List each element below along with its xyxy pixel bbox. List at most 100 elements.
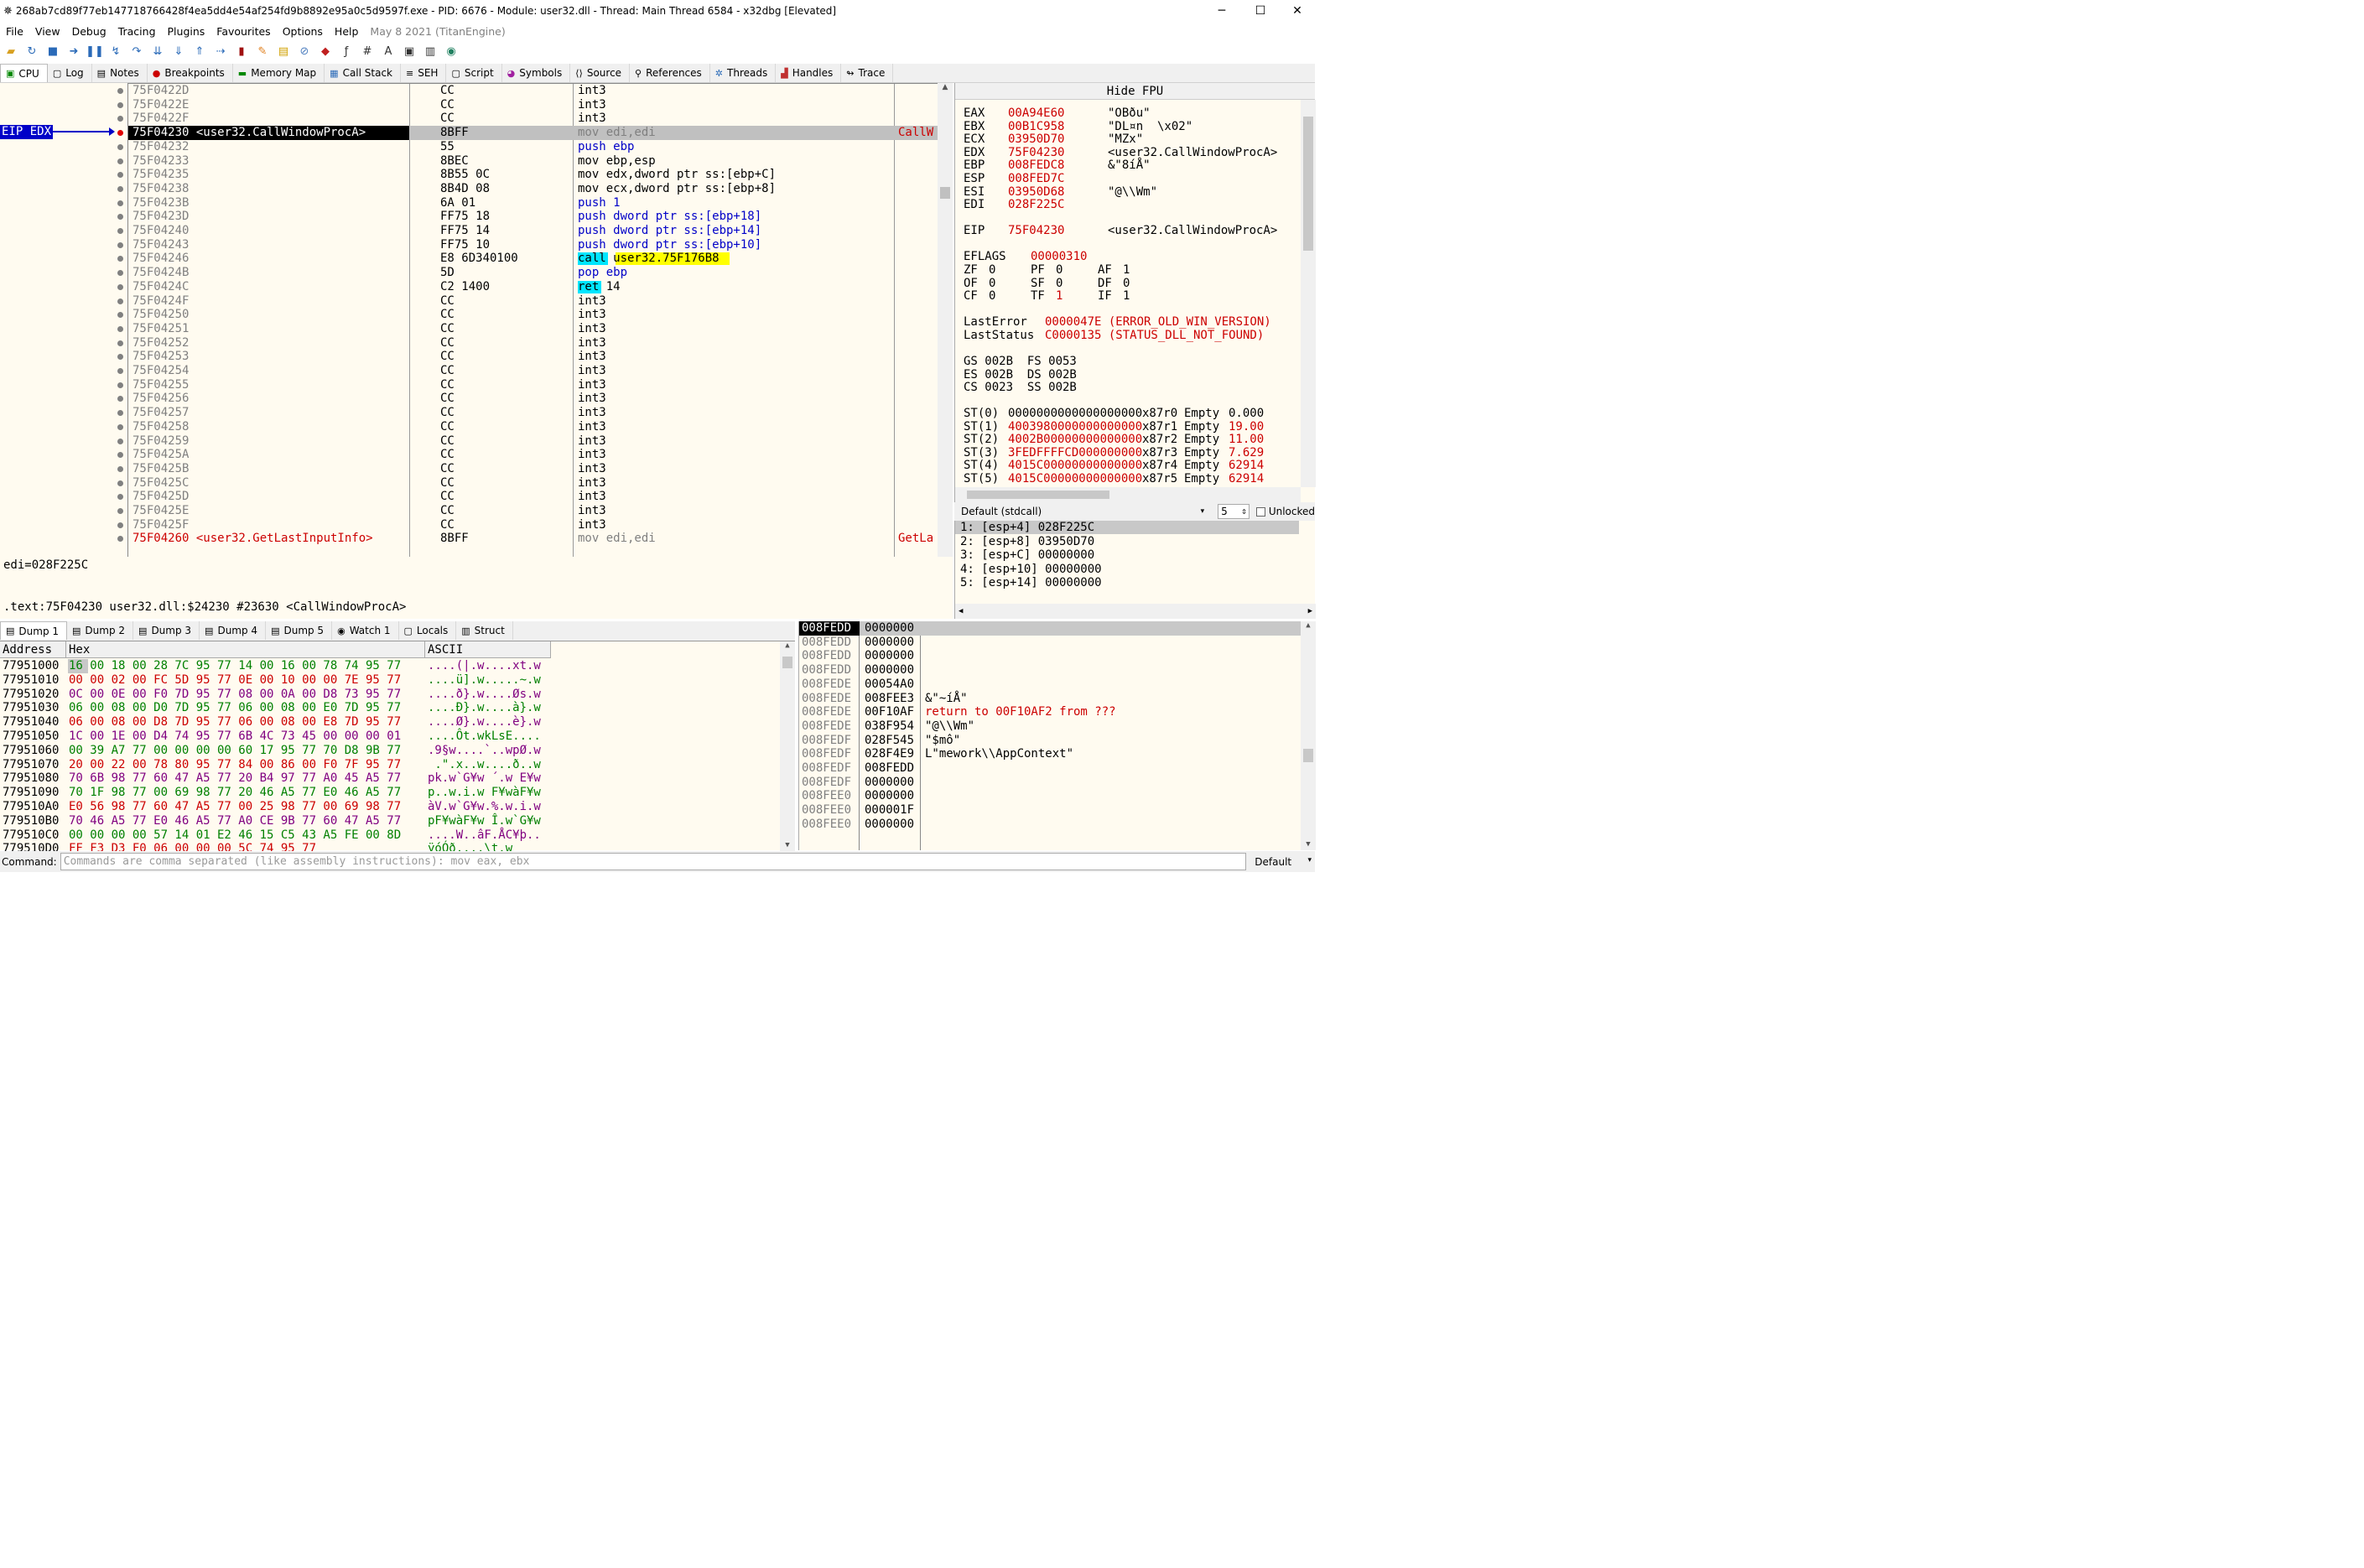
- tab-locals[interactable]: ▢ Locals: [399, 621, 457, 640]
- disasm-row[interactable]: 75F04233 8BEC mov ebp,esp: [128, 154, 938, 169]
- disasm-row[interactable]: 75F04250 CC int3: [128, 308, 938, 322]
- scroll-thumb[interactable]: [940, 187, 950, 199]
- breakpoint-dot[interactable]: [117, 172, 123, 178]
- tab-source[interactable]: ⟨⟩ Source: [570, 64, 631, 82]
- disasm-row[interactable]: 75F0423D FF75 18 push dword ptr ss:[ebp+18…: [128, 210, 938, 224]
- menu-favourites[interactable]: Favourites: [210, 25, 276, 38]
- tab-script[interactable]: ▢ Script: [446, 64, 502, 82]
- tab-threads[interactable]: ✲ Threads: [710, 64, 777, 82]
- dump-row[interactable]: 779510C0 00 00 00 00 57 14 01 E2 46 15 C5…: [0, 828, 780, 843]
- tab-watch-1[interactable]: ◉ Watch 1: [332, 621, 399, 640]
- strings-icon[interactable]: ▣: [401, 43, 418, 60]
- stack-row[interactable]: 008FEDD 0000000: [799, 649, 1302, 663]
- arguments-panel[interactable]: 1: [esp+4] 028F225C 2: [esp+8] 03950D70 3:…: [954, 521, 1316, 619]
- tab-log[interactable]: ▢ Log: [48, 64, 92, 82]
- disassembly-grid[interactable]: 75F0422D CC int3 75F0422E CC int3 75F0422F CC in…: [127, 83, 938, 558]
- menu-tracing[interactable]: Tracing: [112, 25, 162, 38]
- breakpoint-dot[interactable]: [117, 88, 123, 94]
- scroll-thumb[interactable]: [782, 657, 792, 668]
- breakpoint-dot[interactable]: [117, 158, 123, 164]
- maximize-button[interactable]: ☐: [1241, 0, 1280, 22]
- menu-view[interactable]: View: [29, 25, 66, 38]
- dump-row[interactable]: 779510B0 70 46 A5 77 E0 46 A5 77 A0 CE 9B…: [0, 814, 780, 828]
- scroll-up-icon[interactable]: ▲: [938, 83, 953, 91]
- disasm-row[interactable]: 75F04246 E8 6D340100 call user32.75F176B8: [128, 252, 938, 266]
- disasm-row[interactable]: 75F04251 CC int3: [128, 322, 938, 336]
- tab-breakpoints[interactable]: ● Breakpoints: [148, 64, 233, 82]
- tab-call-stack[interactable]: ▦ Call Stack: [325, 64, 401, 82]
- argument-count-spinner[interactable]: 5 ⇕: [1218, 504, 1250, 519]
- command-input[interactable]: Commands are comma separated (like assem…: [60, 853, 1247, 870]
- scroll-thumb[interactable]: [967, 491, 1109, 499]
- stack-row[interactable]: 008FEDF 008FEDD: [799, 761, 1302, 776]
- registers-scrollbar[interactable]: [1301, 100, 1316, 487]
- dump-row[interactable]: 77951030 06 00 08 00 D0 7D 95 77 06 00 08…: [0, 701, 780, 715]
- breakpoint-dot[interactable]: [117, 130, 123, 136]
- close-button[interactable]: ✕: [1278, 0, 1317, 22]
- disassembly-panel[interactable]: EIP EDX 75F0422D CC int3 75F0422E CC int3 75F0…: [0, 83, 953, 558]
- menu-help[interactable]: Help: [329, 25, 365, 38]
- breakpoint-dot[interactable]: [117, 466, 123, 472]
- tab-trace[interactable]: ↬ Trace: [841, 64, 894, 82]
- unlocked-checkbox[interactable]: [1255, 506, 1265, 517]
- breakpoint-dot[interactable]: [117, 186, 123, 192]
- breakpoint-dot[interactable]: [117, 354, 123, 360]
- disasm-row[interactable]: 75F0424B 5D pop ebp: [128, 266, 938, 280]
- arguments-hscrollbar[interactable]: ◀ ▶: [955, 604, 1316, 619]
- scroll-right-icon[interactable]: ▶: [1308, 607, 1312, 615]
- bookmarks-icon[interactable]: ◆: [317, 43, 334, 60]
- open-icon[interactable]: ▰: [3, 43, 19, 60]
- trace-into-icon[interactable]: ⇊: [149, 43, 166, 60]
- breakpoint-dot[interactable]: [117, 522, 123, 528]
- dump-row[interactable]: 77951080 70 6B 98 77 60 47 A5 77 20 B4 97…: [0, 771, 780, 786]
- minimize-button[interactable]: ─: [1203, 0, 1241, 22]
- disasm-row[interactable]: 75F04243 FF75 10 push dword ptr ss:[ebp+10…: [128, 238, 938, 252]
- disasm-row[interactable]: 75F0422F CC int3: [128, 112, 938, 126]
- disasm-row[interactable]: 75F0425D CC int3: [128, 490, 938, 504]
- stack-row[interactable]: 008FEE0 000001F: [799, 803, 1302, 818]
- tab-dump-4[interactable]: ▤ Dump 4: [200, 621, 267, 640]
- scroll-up-icon[interactable]: ▲: [780, 641, 795, 650]
- disasm-row[interactable]: 75F04256 CC int3: [128, 392, 938, 406]
- argument-row[interactable]: 5: [esp+14] 00000000: [960, 576, 1304, 589]
- disasm-row[interactable]: 75F04253 CC int3: [128, 350, 938, 364]
- tab-dump-3[interactable]: ▤ Dump 3: [133, 621, 200, 640]
- disasm-row[interactable]: 75F04258 CC int3: [128, 420, 938, 434]
- disasm-row[interactable]: 75F04255 CC int3: [128, 378, 938, 392]
- disasm-row[interactable]: 75F0425A CC int3: [128, 448, 938, 462]
- execute-till-return-icon[interactable]: ⇑: [191, 43, 208, 60]
- tab-cpu[interactable]: ▣ CPU: [0, 64, 48, 82]
- stack-row[interactable]: 008FEDE 00054A0: [799, 678, 1302, 692]
- disasm-row[interactable]: 75F0423B 6A 01 push 1: [128, 196, 938, 210]
- stack-row[interactable]: 008FEDD 0000000: [799, 663, 1302, 678]
- scroll-thumb[interactable]: [1303, 749, 1313, 762]
- trace-over-icon[interactable]: ⇓: [170, 43, 187, 60]
- stack-row[interactable]: 008FEDD 0000000: [799, 621, 1302, 636]
- argument-row[interactable]: 3: [esp+C] 00000000: [960, 548, 1304, 562]
- labels-icon[interactable]: ⊘: [296, 43, 313, 60]
- tab-references[interactable]: ⚲ References: [630, 64, 710, 82]
- breakpoint-dot[interactable]: [117, 228, 123, 234]
- dump-row[interactable]: 77951090 70 1F 98 77 00 69 98 77 20 46 A5…: [0, 786, 780, 800]
- scroll-thumb[interactable]: [1303, 117, 1313, 251]
- stack-row[interactable]: 008FEE0 0000000: [799, 818, 1302, 832]
- tab-dump-5[interactable]: ▤ Dump 5: [266, 621, 333, 640]
- tab-memory-map[interactable]: ▬ Memory Map: [233, 64, 325, 82]
- scylla-icon[interactable]: ▮: [233, 43, 250, 60]
- stack-row[interactable]: 008FEE0 0000000: [799, 789, 1302, 803]
- breakpoint-dot[interactable]: [117, 396, 123, 402]
- disasm-row[interactable]: 75F04259 CC int3: [128, 434, 938, 449]
- disasm-row[interactable]: 75F0425E CC int3: [128, 504, 938, 518]
- font-icon[interactable]: A: [380, 43, 397, 60]
- stack-row[interactable]: 008FEDD 0000000: [799, 636, 1302, 650]
- disasm-row[interactable]: 75F04252 CC int3: [128, 336, 938, 350]
- variables-icon[interactable]: #: [359, 43, 376, 60]
- disasm-row[interactable]: 75F0422D CC int3: [128, 84, 938, 98]
- stack-row[interactable]: 008FEDF 028F4E9 L"mework\\AppContext": [799, 747, 1302, 761]
- step-into-icon[interactable]: ↯: [107, 43, 124, 60]
- disasm-row[interactable]: 75F04257 CC int3: [128, 406, 938, 420]
- breakpoint-dot[interactable]: [117, 494, 123, 500]
- breakpoint-dot[interactable]: [117, 439, 123, 444]
- breakpoint-dot[interactable]: [117, 284, 123, 290]
- disasm-row[interactable]: 75F0424C C2 1400 ret 14: [128, 280, 938, 294]
